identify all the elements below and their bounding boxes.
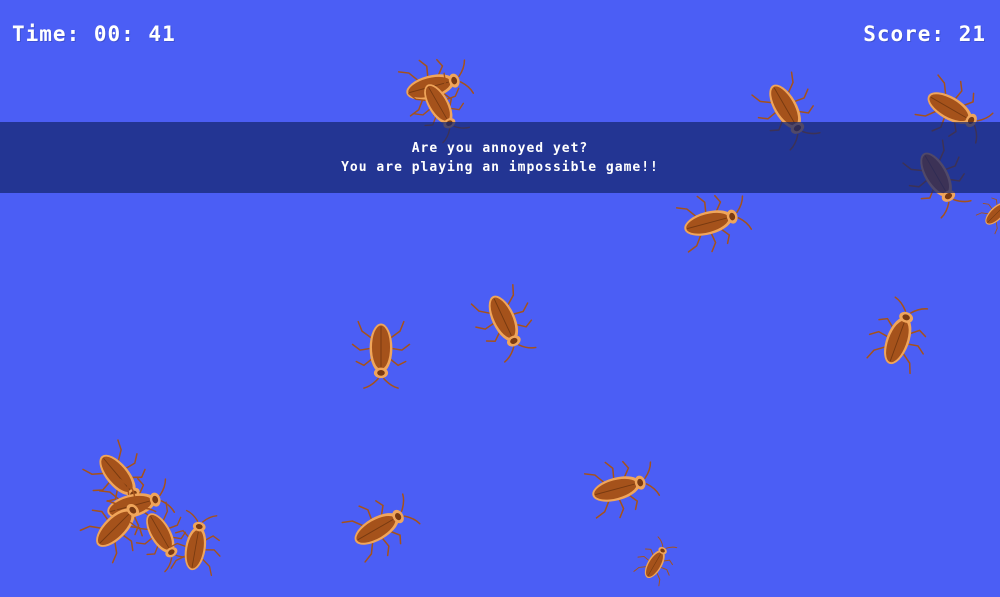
cockroach-icon[interactable] [573, 441, 666, 534]
cockroach-icon[interactable] [455, 272, 556, 373]
cockroach-icon[interactable] [623, 529, 689, 595]
cockroach-icon[interactable] [343, 314, 419, 390]
banner-line-1: Are you annoyed yet? [411, 140, 589, 156]
banner-line-2: You are playing an impossible game!! [341, 159, 659, 175]
cockroach-icon[interactable] [850, 288, 947, 385]
score-display: Score: 21 [863, 22, 986, 46]
cockroach-icon[interactable] [328, 475, 432, 579]
timer-display: Time: 00: 41 [12, 22, 176, 46]
message-banner: Are you annoyed yet? You are playing an … [0, 122, 1000, 193]
cockroach-icon[interactable] [157, 506, 236, 585]
